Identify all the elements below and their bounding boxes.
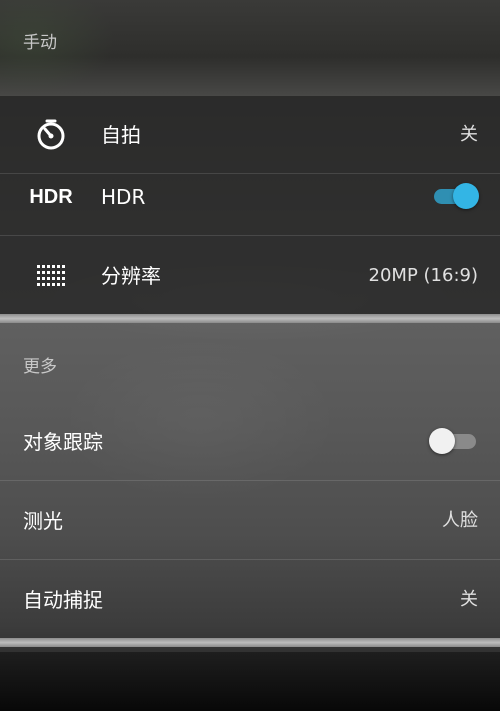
setting-label-hdr: HDR [101, 185, 146, 209]
setting-label-tracking: 对象跟踪 [23, 430, 103, 454]
setting-label-metering: 测光 [23, 509, 63, 533]
setting-row-autocapture[interactable]: 自动捕捉 关 [0, 561, 500, 639]
divider [0, 480, 500, 481]
section-separator [0, 638, 500, 647]
divider [0, 559, 500, 560]
setting-value-metering: 人脸 [442, 510, 478, 531]
setting-label-resolution: 分辨率 [101, 264, 161, 288]
tracking-toggle[interactable] [429, 428, 478, 454]
setting-value-autocapture: 关 [460, 589, 478, 610]
toggle-thumb [453, 183, 479, 209]
setting-label-autocapture: 自动捕捉 [23, 588, 103, 612]
hdr-icon: HDR [29, 185, 73, 208]
bottom-control-bar [0, 652, 500, 711]
camera-settings-menu: 手动 自拍 关 HDR HDR 分辨率 20MP (16:9) 更多 对象跟踪 … [0, 0, 500, 711]
setting-row-resolution[interactable]: 分辨率 20MP (16:9) [0, 237, 500, 315]
setting-row-hdr[interactable]: HDR HDR [0, 158, 500, 236]
divider [0, 235, 500, 236]
hdr-toggle[interactable] [432, 183, 479, 209]
setting-value-resolution: 20MP (16:9) [368, 265, 478, 286]
section-separator [0, 314, 500, 323]
section-header-manual: 手动 [23, 33, 57, 53]
grid-dots-icon [28, 237, 74, 315]
toggle-thumb [429, 428, 455, 454]
setting-row-metering[interactable]: 测光 人脸 [0, 482, 500, 560]
section-header-more: 更多 [23, 357, 57, 377]
setting-row-tracking[interactable]: 对象跟踪 [0, 403, 500, 481]
manual-settings-panel: 自拍 关 HDR HDR 分辨率 20MP (16:9) [0, 96, 500, 316]
